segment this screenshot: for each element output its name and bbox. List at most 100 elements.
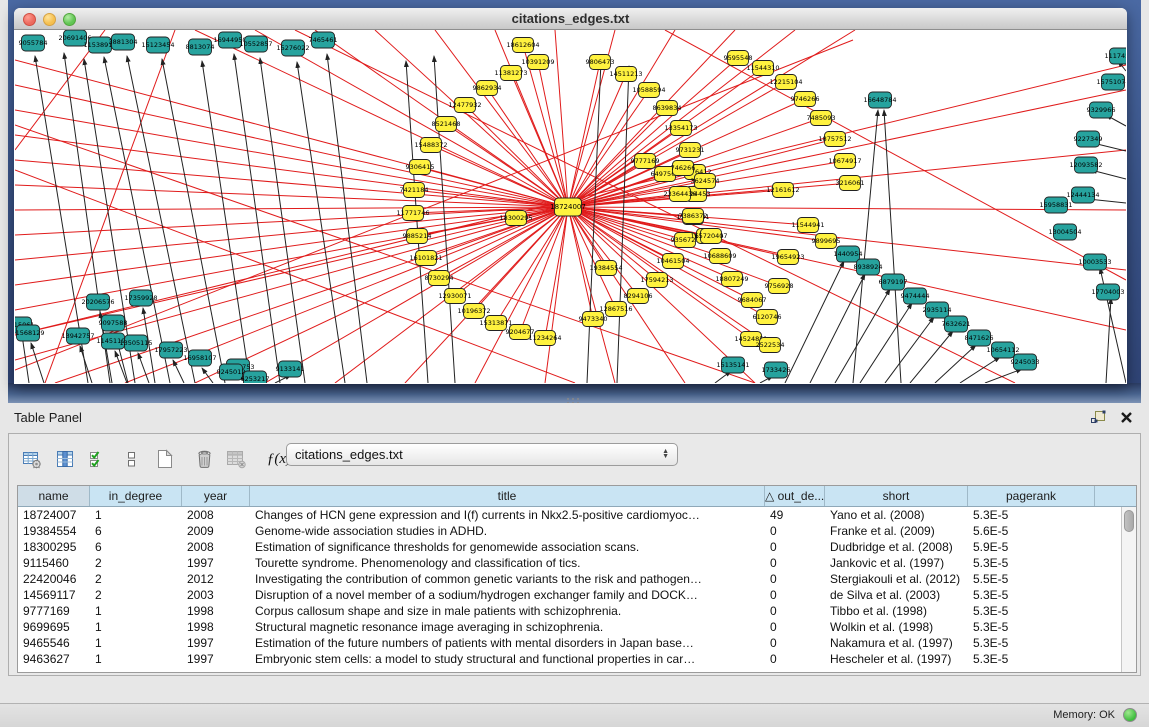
table-row[interactable]: 1872400712008Changes of HCN gene express… <box>18 507 1121 523</box>
column-header-short[interactable]: short <box>825 486 968 506</box>
graph-node[interactable]: 9055784 <box>19 35 48 51</box>
graph-node[interactable]: 17359928 <box>124 290 157 306</box>
table-row[interactable]: 977716911998Corpus callosum shape and si… <box>18 603 1121 619</box>
graph-node[interactable]: 15135141 <box>716 357 749 373</box>
graph-node[interactable]: 9899695 <box>812 234 841 249</box>
column-header-out_de[interactable]: △ out_de... <box>765 486 825 506</box>
graph-node[interactable]: 16648784 <box>863 92 896 108</box>
graph-node[interactable]: 9806473 <box>586 55 615 70</box>
graph-node[interactable]: 8521468 <box>432 117 461 132</box>
graph-node[interactable]: 8471626 <box>965 330 994 346</box>
graph-node[interactable]: 11174529 <box>1104 48 1126 64</box>
graph-node[interactable]: 11568129 <box>15 325 45 341</box>
graph-node[interactable]: 10003533 <box>1078 254 1111 270</box>
graph-node[interactable]: 20206576 <box>81 294 114 310</box>
graph-node[interactable]: 9777169 <box>631 154 660 169</box>
delete-entries-icon[interactable] <box>189 444 219 474</box>
graph-node[interactable]: 2522534 <box>756 338 785 353</box>
graph-node[interactable]: 9756928 <box>765 279 794 294</box>
graph-node[interactable]: 11544941 <box>791 218 824 233</box>
graph-node[interactable]: 7632621 <box>942 316 971 332</box>
table-row[interactable]: 2242004622012Investigating the contribut… <box>18 571 1121 587</box>
table-row[interactable]: 969969511998Structural magnetic resonanc… <box>18 619 1121 635</box>
graph-node[interactable]: 6120746 <box>753 310 782 325</box>
graph-node[interactable]: 1733426 <box>762 362 791 378</box>
graph-node[interactable]: 8730294 <box>425 271 454 286</box>
graph-node[interactable]: 9245033 <box>1011 354 1040 370</box>
graph-node[interactable]: 15276022 <box>276 40 309 56</box>
column-header-year[interactable]: year <box>182 486 250 506</box>
graph-node[interactable]: 13942757 <box>61 328 94 344</box>
graph-node[interactable]: 15751074 <box>1096 74 1126 90</box>
graph-node[interactable]: 8938924 <box>854 259 883 275</box>
graph-node[interactable]: 7465461 <box>309 32 338 48</box>
graph-node[interactable]: 2935114 <box>923 302 952 318</box>
table-row[interactable]: 946554611997Estimation of the future num… <box>18 635 1121 651</box>
table-row[interactable]: 1938455462009Genome-wide association stu… <box>18 523 1121 539</box>
graph-node[interactable]: 9746266 <box>791 92 820 107</box>
graph-node[interactable]: 9885214 <box>403 229 432 244</box>
graph-node[interactable]: 9731231 <box>676 143 705 158</box>
graph-node[interactable]: 9306415 <box>406 160 435 175</box>
table-row[interactable]: 911546021997Tourette syndrome. Phenomeno… <box>18 555 1121 571</box>
graph-node[interactable]: 10552857 <box>239 36 272 52</box>
graph-node[interactable]: 13354173 <box>664 121 697 136</box>
table-row[interactable]: 1830029562008Estimation of significance … <box>18 539 1121 555</box>
float-window-icon[interactable] <box>1089 409 1107 430</box>
graph-node[interactable]: 9133141 <box>276 361 305 377</box>
table-scrollbar[interactable] <box>1121 507 1136 672</box>
graph-node[interactable]: 12477932 <box>448 98 481 113</box>
window-titlebar[interactable]: citations_edges.txt <box>14 8 1127 30</box>
graph-node[interactable]: 15958831 <box>1039 197 1072 213</box>
graph-node[interactable]: 8813074 <box>186 39 215 55</box>
graph-node[interactable]: 10674917 <box>828 154 861 169</box>
graph-node[interactable]: 13004504 <box>1048 224 1081 240</box>
graph-node[interactable]: 9097588 <box>99 315 128 331</box>
graph-node[interactable]: 11544310 <box>746 61 779 76</box>
graph-node[interactable]: 6879197 <box>879 274 908 290</box>
graph-node[interactable]: 10688609 <box>703 249 736 264</box>
close-icon[interactable] <box>1120 411 1133 429</box>
graph-node[interactable]: 12161612 <box>766 183 799 198</box>
graph-node[interactable]: 746266 <box>671 161 696 176</box>
graph-node[interactable]: 18612604 <box>506 38 539 53</box>
graph-node[interactable]: 9862934 <box>473 81 502 96</box>
network-graph-svg[interactable]: 1039120911381273986293412477932852146815… <box>15 30 1126 383</box>
graph-node[interactable]: 13505115 <box>119 335 152 351</box>
graph-node[interactable]: 11381273 <box>494 66 527 81</box>
graph-node[interactable]: 3881304 <box>109 34 138 50</box>
graph-node[interactable]: 18724007 <box>550 198 586 216</box>
graph-node[interactable]: 8294106 <box>624 289 653 304</box>
column-header-pagerank[interactable]: pagerank <box>968 486 1095 506</box>
delete-table-icon[interactable] <box>222 444 252 474</box>
row-height-icon[interactable] <box>116 444 146 474</box>
graph-node[interactable]: 17704003 <box>1091 284 1124 300</box>
table-row[interactable]: 946362711997Embryonic stem cells: a mode… <box>18 651 1121 667</box>
table-settings-icon[interactable] <box>17 444 47 474</box>
graph-node[interactable]: 9227349 <box>1074 131 1103 147</box>
graph-node[interactable]: 19654923 <box>771 250 804 265</box>
graph-node[interactable]: 7421184 <box>400 183 429 198</box>
new-table-icon[interactable] <box>149 444 179 474</box>
graph-node[interactable]: 7485093 <box>807 111 836 126</box>
table-row[interactable]: 1456911722003Disruption of a novel membe… <box>18 587 1121 603</box>
graph-node[interactable]: 3216061 <box>836 176 865 191</box>
column-header-in_degree[interactable]: in_degree <box>90 486 182 506</box>
graph-node[interactable]: 9329966 <box>1087 102 1116 118</box>
table-select-dropdown[interactable]: citations_edges.txt ▲▼ <box>286 443 678 466</box>
graph-node[interactable]: 16101821 <box>409 251 442 266</box>
graph-node[interactable]: 6253217 <box>241 371 270 383</box>
graph-node[interactable]: 17594213 <box>640 273 673 288</box>
graph-node[interactable]: 7386372 <box>679 209 708 224</box>
show-columns-icon[interactable] <box>50 444 80 474</box>
graph-node[interactable]: 16958107 <box>183 350 216 366</box>
graph-node[interactable]: 18757512 <box>818 132 851 147</box>
graph-node[interactable]: 9684067 <box>738 293 767 308</box>
graph-node[interactable]: 10196372 <box>457 304 490 319</box>
graph-node[interactable]: 15123454 <box>141 37 174 53</box>
column-header-name[interactable]: name <box>18 486 90 506</box>
column-header-title[interactable]: title <box>250 486 765 506</box>
graph-node[interactable]: 12215104 <box>769 75 802 90</box>
graph-node[interactable]: 3624574 <box>691 174 720 189</box>
network-view-window[interactable]: citations_edges.txt 10391209113812739862… <box>14 8 1127 384</box>
